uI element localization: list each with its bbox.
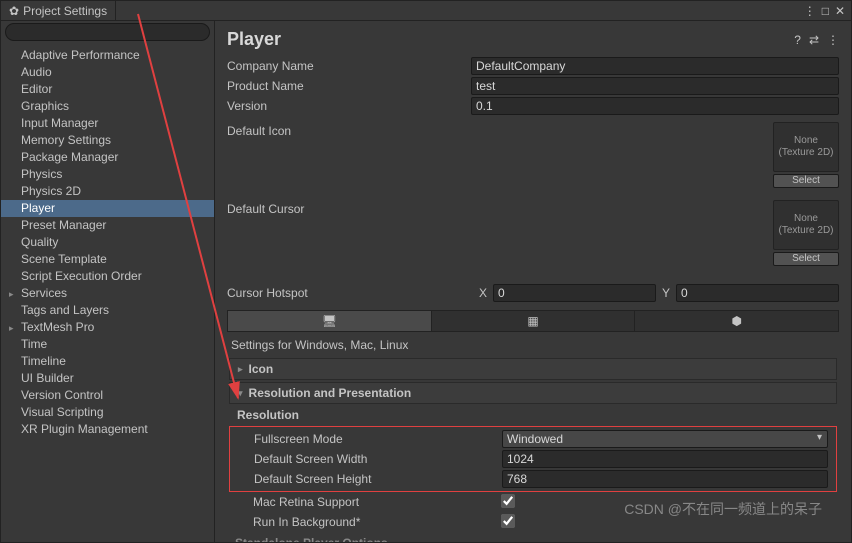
- main-panel: Player ? ⇄ ⋮ Company Name Product Name V…: [215, 21, 851, 542]
- hotspot-y-label: Y: [660, 286, 672, 300]
- default-cursor-select-button[interactable]: Select: [773, 252, 839, 266]
- default-cursor-label: Default Cursor: [227, 200, 471, 216]
- sidebar-item-quality[interactable]: Quality: [1, 234, 214, 251]
- sidebar-item-physics-2d[interactable]: Physics 2D: [1, 183, 214, 200]
- android-icon: ⬢: [731, 314, 741, 328]
- fullscreen-mode-label: Fullscreen Mode: [254, 432, 502, 446]
- gear-icon: ✿: [9, 4, 19, 18]
- cursor-hotspot-label: Cursor Hotspot: [227, 286, 471, 300]
- mac-retina-label: Mac Retina Support: [253, 495, 501, 509]
- help-icon[interactable]: ?: [794, 33, 801, 47]
- tab-desktop[interactable]: 🖥: [228, 311, 432, 331]
- window-tab[interactable]: ✿ Project Settings: [1, 1, 116, 20]
- company-name-label: Company Name: [227, 59, 471, 73]
- sidebar-item-player[interactable]: Player: [1, 200, 214, 217]
- maximize-icon[interactable]: □: [822, 4, 829, 18]
- sidebar-item-graphics[interactable]: Graphics: [1, 98, 214, 115]
- default-cursor-slot[interactable]: None (Texture 2D): [773, 200, 839, 250]
- default-width-label: Default Screen Width: [254, 452, 502, 466]
- sidebar-item-physics[interactable]: Physics: [1, 166, 214, 183]
- sidebar-item-adaptive-performance[interactable]: Adaptive Performance: [1, 47, 214, 64]
- version-label: Version: [227, 99, 471, 113]
- mac-retina-checkbox[interactable]: [501, 494, 515, 508]
- sidebar-item-script-execution-order[interactable]: Script Execution Order: [1, 268, 214, 285]
- tab-label: Project Settings: [23, 4, 107, 18]
- foldout-icon[interactable]: ▸ Icon: [229, 358, 837, 380]
- default-height-label: Default Screen Height: [254, 472, 502, 486]
- product-name-label: Product Name: [227, 79, 471, 93]
- sidebar-item-input-manager[interactable]: Input Manager: [1, 115, 214, 132]
- sidebar-tree: Adaptive PerformanceAudioEditorGraphicsI…: [1, 43, 214, 442]
- product-name-input[interactable]: [471, 77, 839, 95]
- server-icon: ▦: [527, 314, 538, 328]
- default-height-input[interactable]: [502, 470, 828, 488]
- run-background-checkbox[interactable]: [501, 514, 515, 528]
- kebab-icon[interactable]: ⋮: [827, 33, 839, 47]
- version-input[interactable]: [471, 97, 839, 115]
- sidebar-item-ui-builder[interactable]: UI Builder: [1, 370, 214, 387]
- desktop-icon: 🖥: [322, 314, 337, 328]
- cutoff-heading: Standalone Player Options: [215, 532, 851, 542]
- sidebar-item-timeline[interactable]: Timeline: [1, 353, 214, 370]
- hotspot-x-input[interactable]: [493, 284, 656, 302]
- default-icon-select-button[interactable]: Select: [773, 174, 839, 188]
- tab-android[interactable]: ⬢: [635, 311, 838, 331]
- sidebar-item-memory-settings[interactable]: Memory Settings: [1, 132, 214, 149]
- sidebar-item-textmesh-pro[interactable]: TextMesh Pro: [1, 319, 214, 336]
- run-background-label: Run In Background*: [253, 515, 501, 529]
- hotspot-y-input[interactable]: [676, 284, 839, 302]
- sidebar-item-scene-template[interactable]: Scene Template: [1, 251, 214, 268]
- sidebar-item-version-control[interactable]: Version Control: [1, 387, 214, 404]
- titlebar: ✿ Project Settings ⋮ □ ✕: [1, 1, 851, 21]
- platform-subtitle: Settings for Windows, Mac, Linux: [215, 332, 851, 358]
- sidebar-item-preset-manager[interactable]: Preset Manager: [1, 217, 214, 234]
- chevron-right-icon: ▸: [238, 364, 243, 375]
- search-input[interactable]: [5, 23, 210, 41]
- sidebar-item-xr-plugin-management[interactable]: XR Plugin Management: [1, 421, 214, 438]
- platform-tabbar: 🖥 ▦ ⬢: [227, 310, 839, 332]
- close-icon[interactable]: ✕: [835, 4, 845, 18]
- resolution-heading: Resolution: [229, 406, 837, 426]
- default-icon-slot[interactable]: None (Texture 2D): [773, 122, 839, 172]
- highlight-box: Fullscreen Mode Windowed Default Screen …: [229, 426, 837, 492]
- sidebar-item-editor[interactable]: Editor: [1, 81, 214, 98]
- fullscreen-mode-select[interactable]: Windowed: [502, 430, 828, 448]
- sidebar-item-audio[interactable]: Audio: [1, 64, 214, 81]
- hotspot-x-label: X: [477, 286, 489, 300]
- company-name-input[interactable]: [471, 57, 839, 75]
- default-width-input[interactable]: [502, 450, 828, 468]
- menu-icon[interactable]: ⋮: [804, 4, 816, 18]
- default-icon-label: Default Icon: [227, 122, 471, 138]
- sidebar-item-services[interactable]: Services: [1, 285, 214, 302]
- sidebar-item-time[interactable]: Time: [1, 336, 214, 353]
- page-title: Player: [227, 29, 794, 50]
- tab-server[interactable]: ▦: [432, 311, 636, 331]
- sidebar-item-package-manager[interactable]: Package Manager: [1, 149, 214, 166]
- chevron-down-icon: ▾: [238, 388, 243, 399]
- sidebar-item-tags-and-layers[interactable]: Tags and Layers: [1, 302, 214, 319]
- sidebar-item-visual-scripting[interactable]: Visual Scripting: [1, 404, 214, 421]
- sidebar: Adaptive PerformanceAudioEditorGraphicsI…: [1, 21, 215, 542]
- foldout-resolution[interactable]: ▾ Resolution and Presentation: [229, 382, 837, 404]
- preset-icon[interactable]: ⇄: [809, 33, 819, 47]
